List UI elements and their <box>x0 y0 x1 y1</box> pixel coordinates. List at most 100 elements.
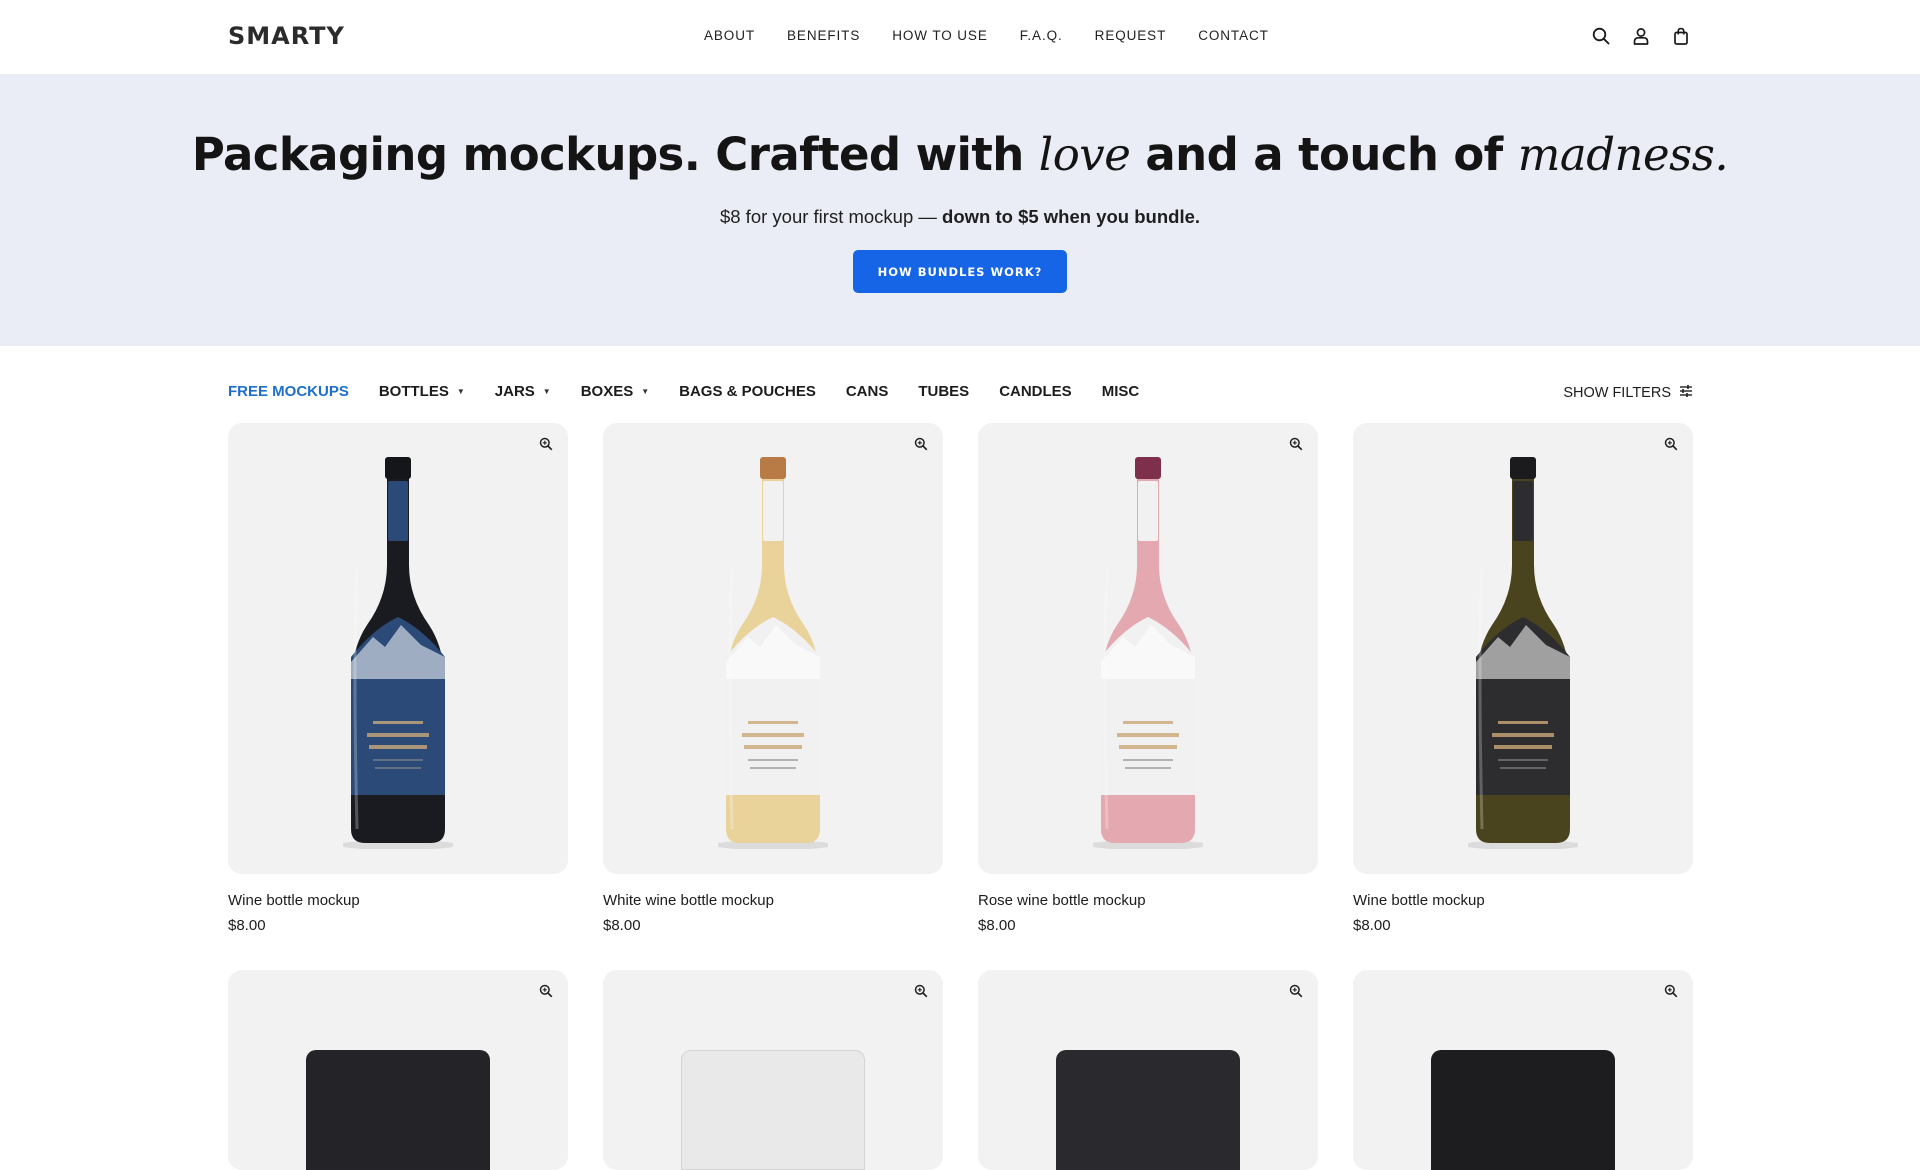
nav-faq[interactable]: F.A.Q. <box>1020 28 1063 43</box>
label-line <box>1123 721 1173 724</box>
search-icon[interactable] <box>1590 25 1612 47</box>
product-card[interactable]: Rose wine bottle mockup $8.00 <box>978 423 1318 934</box>
jar-illustration <box>1056 1050 1240 1170</box>
zoom-icon[interactable] <box>1286 981 1306 1001</box>
bag-icon[interactable] <box>1670 25 1692 47</box>
product-image[interactable] <box>1353 423 1693 874</box>
tab-boxes[interactable]: BOXES ▼ <box>581 383 649 400</box>
nav-contact[interactable]: CONTACT <box>1198 28 1269 43</box>
zoom-icon[interactable] <box>911 981 931 1001</box>
caret-down-icon: ▼ <box>542 387 551 396</box>
zoom-icon[interactable] <box>536 981 556 1001</box>
product-title[interactable]: Wine bottle mockup <box>1353 892 1693 909</box>
neck-label <box>1138 481 1158 541</box>
zoom-icon[interactable] <box>536 434 556 454</box>
product-image[interactable] <box>228 423 568 874</box>
caret-down-icon: ▼ <box>641 387 650 396</box>
zoom-icon[interactable] <box>1661 434 1681 454</box>
product-title[interactable]: Rose wine bottle mockup <box>978 892 1318 909</box>
product-title[interactable]: Wine bottle mockup <box>228 892 568 909</box>
user-icon[interactable] <box>1630 25 1652 47</box>
product-card[interactable] <box>603 970 943 1170</box>
nav-how-to-use[interactable]: HOW TO USE <box>892 28 988 43</box>
how-bundles-work-button[interactable]: HOW BUNDLES WORK? <box>853 250 1067 293</box>
product-card[interactable] <box>978 970 1318 1170</box>
tab-bottles[interactable]: BOTTLES ▼ <box>379 383 465 400</box>
label-line <box>1498 721 1548 724</box>
product-image[interactable] <box>1353 970 1693 1170</box>
label-line <box>1123 759 1173 761</box>
label-line <box>1117 733 1179 737</box>
tab-bags-pouches[interactable]: BAGS & POUCHES <box>679 383 816 400</box>
label-line <box>750 767 796 769</box>
product-title[interactable]: White wine bottle mockup <box>603 892 943 909</box>
product-price: $8.00 <box>1353 917 1391 934</box>
product-image[interactable] <box>978 970 1318 1170</box>
caret-down-icon: ▼ <box>456 387 465 396</box>
tab-free-mockups[interactable]: FREE MOCKUPS <box>228 383 349 400</box>
nav-benefits[interactable]: BENEFITS <box>787 28 860 43</box>
label-line <box>1500 767 1546 769</box>
bottle-cap <box>1510 457 1536 479</box>
product-image[interactable] <box>603 423 943 874</box>
tab-jars[interactable]: JARS ▼ <box>495 383 551 400</box>
hero-banner: Packaging mockups. Crafted with love and… <box>0 74 1920 346</box>
product-price: $8.00 <box>978 917 1016 934</box>
label-line <box>748 721 798 724</box>
product-card[interactable]: Wine bottle mockup $8.00 <box>1353 423 1693 934</box>
tab-tubes[interactable]: TUBES <box>918 383 969 400</box>
label-line <box>1494 745 1552 749</box>
zoom-icon[interactable] <box>1286 434 1306 454</box>
hero-title: Packaging mockups. Crafted with love and… <box>191 128 1729 181</box>
bottle-illustration <box>718 457 828 849</box>
category-tabs: FREE MOCKUPS BOTTLES ▼ JARS ▼ BOXES ▼ BAGS … <box>228 383 1139 400</box>
label-line <box>1125 767 1171 769</box>
product-card[interactable]: Wine bottle mockup $8.00 <box>228 423 568 934</box>
label-line <box>369 745 427 749</box>
label-line <box>367 733 429 737</box>
bottle-cap <box>1135 457 1161 479</box>
bottle-cap <box>760 457 786 479</box>
logo[interactable]: SMARTY <box>228 22 345 50</box>
label-line <box>748 759 798 761</box>
tab-cans[interactable]: CANS <box>846 383 889 400</box>
bottle-illustration <box>1093 457 1203 849</box>
product-price: $8.00 <box>228 917 266 934</box>
tab-candles[interactable]: CANDLES <box>999 383 1072 400</box>
show-filters-label: SHOW FILTERS <box>1563 385 1671 401</box>
product-price: $8.00 <box>603 917 641 934</box>
bottle-illustration <box>343 457 453 849</box>
label-line <box>744 745 802 749</box>
label-line <box>375 767 421 769</box>
neck-label <box>1513 481 1533 541</box>
product-card[interactable] <box>1353 970 1693 1170</box>
product-card[interactable]: White wine bottle mockup $8.00 <box>603 423 943 934</box>
site-header: SMARTY ABOUT BENEFITS HOW TO USE F.A.Q. … <box>0 0 1920 74</box>
product-image[interactable] <box>978 423 1318 874</box>
main-nav: ABOUT BENEFITS HOW TO USE F.A.Q. REQUEST… <box>704 28 1269 43</box>
hero-subtitle: $8 for your first mockup — down to $5 wh… <box>719 206 1201 227</box>
zoom-icon[interactable] <box>1661 981 1681 1001</box>
label-line <box>373 759 423 761</box>
jar-illustration <box>681 1050 865 1170</box>
jar-illustration <box>1431 1050 1615 1170</box>
bottle-illustration <box>1468 457 1578 849</box>
label-line <box>373 721 423 724</box>
product-image[interactable] <box>603 970 943 1170</box>
product-card[interactable] <box>228 970 568 1170</box>
neck-label <box>763 481 783 541</box>
label-line <box>742 733 804 737</box>
show-filters-button[interactable]: SHOW FILTERS <box>1563 385 1693 401</box>
tab-misc[interactable]: MISC <box>1102 383 1140 400</box>
label-line <box>1498 759 1548 761</box>
label-line <box>1119 745 1177 749</box>
header-actions <box>1590 25 1692 47</box>
nav-request[interactable]: REQUEST <box>1095 28 1167 43</box>
neck-label <box>388 481 408 541</box>
jar-illustration <box>306 1050 490 1170</box>
nav-about[interactable]: ABOUT <box>704 28 755 43</box>
product-image[interactable] <box>228 970 568 1170</box>
bottle-cap <box>385 457 411 479</box>
zoom-icon[interactable] <box>911 434 931 454</box>
label-line <box>1492 733 1554 737</box>
